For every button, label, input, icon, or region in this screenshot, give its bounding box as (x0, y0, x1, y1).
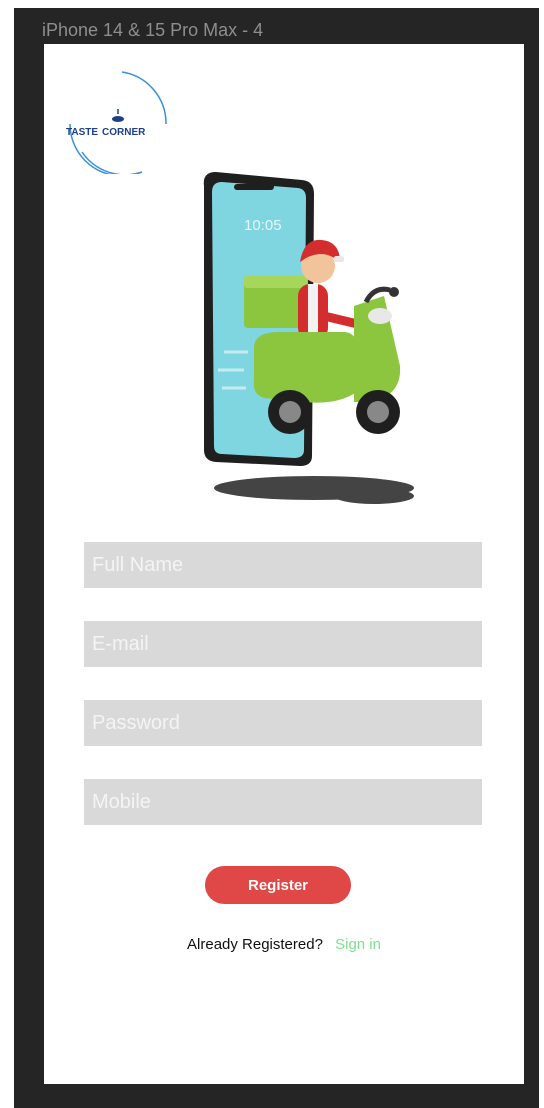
register-button[interactable]: Register (205, 866, 351, 904)
phone-screen: TASTE CORNER 10:05 Full Name E-mail Mobi… (44, 44, 524, 1084)
full-name-input[interactable] (84, 542, 482, 588)
signin-row: Already Registered? Sign in (44, 936, 524, 953)
taste-corner-logo: TASTE CORNER (66, 71, 167, 174)
logo-text-2: CORNER (102, 127, 146, 138)
hero-clock: 10:05 (244, 217, 282, 234)
mobile-input[interactable] (84, 779, 482, 825)
delivery-scooter-illustration: 10:05 (203, 172, 414, 504)
logo-text-1: TASTE (66, 127, 98, 138)
email-input[interactable] (84, 621, 482, 667)
already-registered-label: Already Registered? (187, 936, 323, 953)
password-input[interactable] (84, 700, 482, 746)
frame-title: iPhone 14 & 15 Pro Max - 4 (42, 20, 264, 40)
signin-link[interactable]: Sign in (335, 936, 381, 953)
